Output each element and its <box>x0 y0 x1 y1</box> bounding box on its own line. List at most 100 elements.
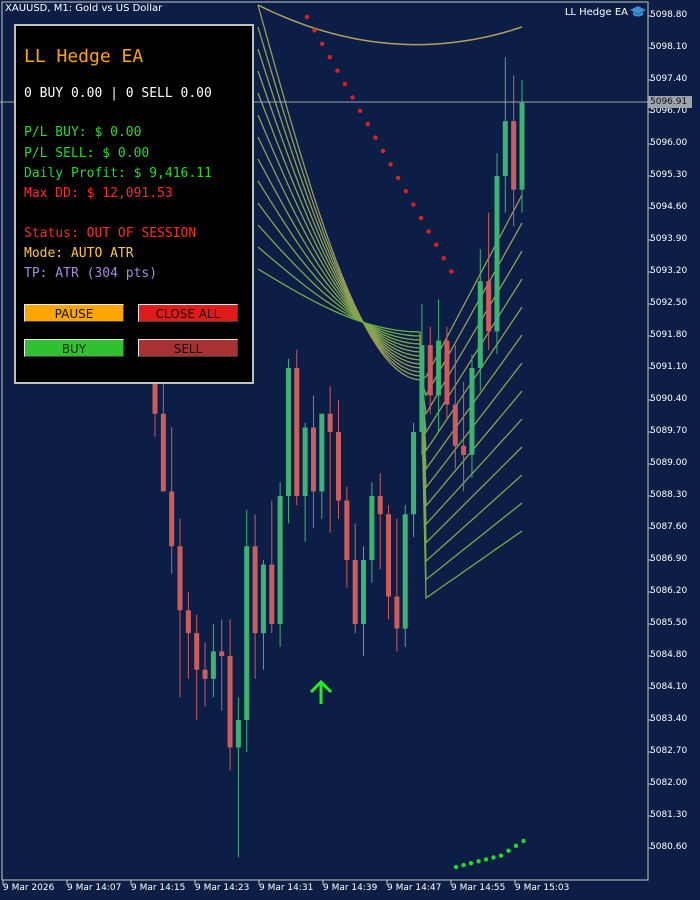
sar-dot-green <box>453 864 459 870</box>
price-tick-label: 5091.10 <box>650 362 688 372</box>
sar-dot-red <box>388 162 393 167</box>
candle-body <box>411 432 417 515</box>
time-tick-label: 9 Mar 14:31 <box>259 883 314 893</box>
candle-body <box>494 176 500 332</box>
candle-body <box>227 656 233 748</box>
price-tick-label: 5092.50 <box>650 298 688 308</box>
sar-dot-red <box>327 55 332 60</box>
candle-body <box>202 669 208 679</box>
candle-body <box>310 427 316 492</box>
time-tick-label: 9 Mar 2026 <box>3 883 55 893</box>
candle-body <box>260 564 266 634</box>
sar-dot-green <box>498 853 504 858</box>
ea-name-label: LL Hedge EA <box>564 7 628 18</box>
candle-body <box>419 345 425 432</box>
candle-body <box>160 413 166 492</box>
candle-body <box>277 496 283 624</box>
price-tick-label: 5097.40 <box>650 74 688 84</box>
price-tick-label: 5085.50 <box>650 618 688 628</box>
price-tick-label: 5098.10 <box>650 42 688 52</box>
price-tick-label: 5089.70 <box>650 426 688 436</box>
price-tick-label: 5084.10 <box>650 682 688 692</box>
candle-body <box>244 546 250 720</box>
candle-body <box>177 546 183 611</box>
sar-dot-red <box>411 202 416 207</box>
candle-body <box>252 546 258 634</box>
sar-dot-red <box>403 189 408 194</box>
pause-button[interactable]: PAUSE <box>24 304 124 322</box>
candle-body <box>369 496 375 560</box>
candle-body <box>219 651 225 656</box>
candle-body <box>402 514 408 629</box>
bid-price-label: 5096.91 <box>648 96 692 108</box>
pl-sell-text: P/L SELL: $ 0.00 <box>24 146 150 161</box>
sar-dot-green <box>483 857 489 862</box>
sar-dot-green <box>506 848 511 853</box>
sell-button[interactable]: SELL <box>138 339 238 357</box>
candle-body <box>336 432 341 501</box>
sar-dot-red <box>426 229 431 234</box>
candle-body <box>486 281 492 332</box>
sar-dot-red <box>373 135 378 140</box>
sar-dot-red <box>449 269 454 274</box>
close-all-button[interactable]: CLOSE ALL <box>138 304 238 322</box>
candle-body <box>210 651 216 679</box>
sar-dot-green <box>461 862 466 868</box>
price-tick-label: 5091.80 <box>650 330 688 340</box>
price-tick-label: 5088.30 <box>650 490 688 500</box>
sar-dot-green <box>468 861 474 866</box>
status-text: Status: OUT OF SESSION <box>24 226 197 241</box>
sar-dot-green <box>513 843 519 848</box>
price-tick-label: 5093.90 <box>650 234 688 244</box>
candle-body <box>361 560 367 624</box>
take-profit-text: TP: ATR (304 pts) <box>24 266 158 281</box>
price-tick-label: 5087.60 <box>650 522 688 532</box>
price-tick-label: 5090.40 <box>650 394 688 404</box>
candle-body <box>394 596 400 629</box>
candle-body <box>386 514 392 597</box>
sar-dot-red <box>335 68 340 73</box>
ea-control-panel: LL Hedge EA 0 BUY 0.00 | 0 SELL 0.00 P/L… <box>14 24 254 384</box>
symbol-title: XAUUSD, M1: Gold vs US Dollar <box>5 3 163 14</box>
time-tick-label: 9 Mar 14:07 <box>67 883 122 893</box>
mode-text: Mode: AUTO ATR <box>24 246 134 261</box>
candle-body <box>519 102 525 190</box>
price-tick-label: 5086.90 <box>650 554 688 564</box>
graduation-cap-icon[interactable] <box>630 6 646 18</box>
candle-body <box>294 368 300 496</box>
candle-body <box>511 121 517 190</box>
price-tick-label: 5094.60 <box>650 202 688 212</box>
candle-body <box>452 404 458 446</box>
candle-body <box>319 413 325 492</box>
buy-button[interactable]: BUY <box>24 339 124 357</box>
candle-body <box>169 491 175 547</box>
candle-body <box>327 413 333 432</box>
sar-dot-red <box>358 108 363 114</box>
price-tick-label: 5095.30 <box>650 170 688 180</box>
candle-body <box>444 340 450 405</box>
price-tick-label: 5080.60 <box>650 842 688 852</box>
candle-body <box>302 427 308 496</box>
sar-dot-red <box>418 215 424 221</box>
pl-buy-text: P/L BUY: $ 0.00 <box>24 125 142 140</box>
sar-dot-red <box>312 28 317 33</box>
positions-summary: 0 BUY 0.00 | 0 SELL 0.00 <box>24 86 212 101</box>
max-drawdown-text: Max DD: $ 12,091.53 <box>24 186 173 201</box>
price-tick-label: 5084.80 <box>650 650 688 660</box>
sar-dot-green <box>476 859 481 864</box>
candle-body <box>377 496 383 515</box>
sar-dot-green <box>491 855 496 860</box>
sar-dot-red <box>342 81 348 87</box>
time-tick-label: 9 Mar 14:47 <box>387 883 442 893</box>
candle-body <box>461 445 467 455</box>
time-tick-label: 9 Mar 14:39 <box>323 883 378 893</box>
candle-body <box>427 345 433 396</box>
candle-body <box>185 610 191 634</box>
sar-dot-red <box>380 148 386 154</box>
time-tick-label: 9 Mar 15:03 <box>515 883 570 893</box>
price-tick-label: 5093.20 <box>650 266 688 276</box>
candle-body <box>502 121 508 176</box>
candle-body <box>194 633 200 670</box>
price-tick-label: 5082.00 <box>650 778 688 788</box>
sar-dot-red <box>320 41 325 46</box>
